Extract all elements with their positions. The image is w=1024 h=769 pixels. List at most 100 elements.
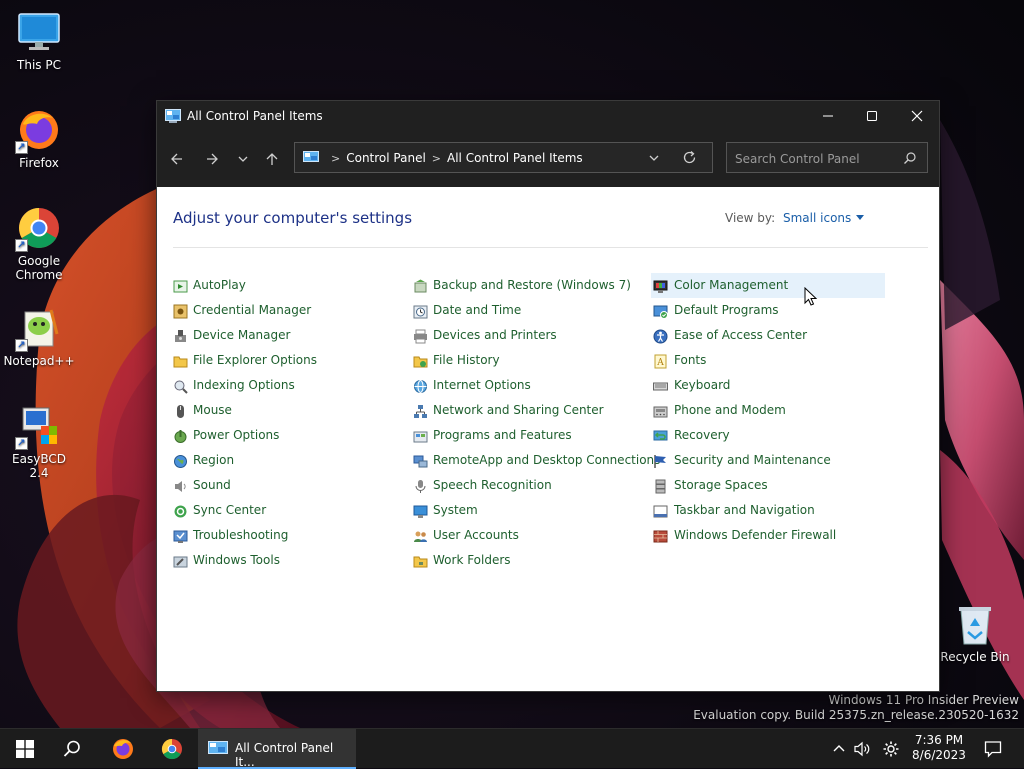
cp-item-color-management[interactable]: Color Management xyxy=(651,273,885,298)
page-heading: Adjust your computer's settings xyxy=(173,209,413,227)
cp-item-sync-center[interactable]: Sync Center xyxy=(173,498,403,523)
chevron-up-icon xyxy=(833,745,845,752)
backup-icon xyxy=(413,278,428,293)
refresh-button[interactable] xyxy=(682,150,697,168)
cp-item-programs-features[interactable]: Programs and Features xyxy=(413,423,643,448)
cp-item-date-time[interactable]: Date and Time xyxy=(413,298,643,323)
cp-item-network-sharing[interactable]: Network and Sharing Center xyxy=(413,398,643,423)
breadcrumb-control-panel[interactable]: Control Panel xyxy=(346,151,426,165)
desktop-icon-firefox[interactable]: ↗ Firefox xyxy=(1,108,77,170)
tools-icon xyxy=(173,553,188,568)
cp-item-indexing-options[interactable]: Indexing Options xyxy=(173,373,403,398)
region-icon xyxy=(173,453,188,468)
back-button[interactable] xyxy=(165,147,189,171)
keyboard-icon xyxy=(653,378,668,393)
cp-item-credential-manager[interactable]: Credential Manager xyxy=(173,298,403,323)
notifications-button[interactable] xyxy=(978,729,1008,769)
desktop-icon-chrome[interactable]: ↗ Google Chrome xyxy=(1,206,77,282)
control-panel-icon xyxy=(165,109,181,123)
taskbar-search-button[interactable] xyxy=(52,729,92,769)
desktop-icon-this-pc[interactable]: This PC xyxy=(1,10,77,72)
show-hidden-icons-button[interactable] xyxy=(828,729,850,769)
title-bar[interactable]: All Control Panel Items xyxy=(157,101,939,131)
close-button[interactable] xyxy=(894,101,940,131)
network-icon xyxy=(413,403,428,418)
chevron-down-icon xyxy=(649,155,659,161)
taskbar-control-panel-window[interactable]: All Control Panel It... xyxy=(198,729,356,769)
shortcut-arrow-icon: ↗ xyxy=(15,141,28,154)
settings-button[interactable] xyxy=(878,729,904,769)
cp-item-security-maintenance[interactable]: Security and Maintenance xyxy=(651,448,885,473)
navigation-bar: > Control Panel > All Control Panel Items xyxy=(157,131,939,187)
items-column-1: AutoPlay Credential Manager Device Manag… xyxy=(173,273,403,573)
up-button[interactable] xyxy=(260,147,284,171)
cp-item-remoteapp[interactable]: RemoteApp and Desktop Connections xyxy=(413,448,660,473)
ease-of-access-icon xyxy=(653,328,668,344)
shortcut-arrow-icon: ↗ xyxy=(15,437,28,450)
cp-item-user-accounts[interactable]: User Accounts xyxy=(413,523,643,548)
desktop-icon-notepadpp[interactable]: ↗ Notepad++ xyxy=(1,306,77,368)
cp-item-sound[interactable]: Sound xyxy=(173,473,403,498)
cp-item-windows-tools[interactable]: Windows Tools xyxy=(173,548,403,573)
address-dropdown-button[interactable] xyxy=(648,152,660,167)
caret-down-icon xyxy=(856,215,865,220)
file-history-icon xyxy=(413,353,428,368)
view-by-dropdown[interactable]: Small icons xyxy=(783,211,865,225)
firefox-icon xyxy=(113,739,133,759)
cp-item-mouse[interactable]: Mouse xyxy=(173,398,403,423)
cp-item-recovery[interactable]: Recovery xyxy=(651,423,885,448)
cp-item-storage-spaces[interactable]: Storage Spaces xyxy=(651,473,885,498)
work-folders-icon xyxy=(413,553,428,568)
recovery-icon xyxy=(653,428,668,443)
fonts-icon: A xyxy=(653,353,668,369)
volume-button[interactable] xyxy=(851,729,875,769)
sync-icon xyxy=(173,503,188,518)
cp-item-phone-modem[interactable]: Phone and Modem xyxy=(651,398,885,423)
cp-item-region[interactable]: Region xyxy=(173,448,403,473)
desktop-icon-easybcd[interactable]: ↗ EasyBCD 2.4 xyxy=(1,404,77,480)
start-button[interactable] xyxy=(6,729,44,769)
cp-item-devices-printers[interactable]: Devices and Printers xyxy=(413,323,643,348)
taskbar-clock[interactable]: 7:36 PM 8/6/2023 xyxy=(908,733,970,763)
cp-item-troubleshooting[interactable]: Troubleshooting xyxy=(173,523,403,548)
breadcrumb-separator-icon: > xyxy=(431,152,442,165)
taskbar: All Control Panel It... 7:36 PM 8/6/2023 xyxy=(0,728,1024,769)
breadcrumb-all-items[interactable]: All Control Panel Items xyxy=(447,151,583,165)
cp-item-backup-restore[interactable]: Backup and Restore (Windows 7) xyxy=(413,273,643,298)
cp-item-speech-recognition[interactable]: Speech Recognition xyxy=(413,473,643,498)
recycle-bin-icon xyxy=(953,602,997,646)
users-icon xyxy=(413,528,428,543)
cp-item-power-options[interactable]: Power Options xyxy=(173,423,403,448)
breadcrumb: > Control Panel > All Control Panel Items xyxy=(325,151,583,165)
recent-locations-button[interactable] xyxy=(231,147,255,171)
maximize-button[interactable] xyxy=(849,101,895,131)
cp-item-system[interactable]: System xyxy=(413,498,643,523)
cp-item-work-folders[interactable]: Work Folders xyxy=(413,548,643,573)
cp-item-file-history[interactable]: File History xyxy=(413,348,643,373)
search-icon[interactable] xyxy=(903,151,917,168)
cp-item-taskbar-navigation[interactable]: Taskbar and Navigation xyxy=(651,498,885,523)
search-box[interactable] xyxy=(726,142,928,174)
taskbar-chrome[interactable] xyxy=(150,729,194,769)
cp-item-internet-options[interactable]: Internet Options xyxy=(413,373,643,398)
control-panel-icon xyxy=(303,151,319,164)
desktop-icon-recycle-bin[interactable]: Recycle Bin xyxy=(937,602,1013,664)
cp-item-keyboard[interactable]: Keyboard xyxy=(651,373,885,398)
minimize-button[interactable] xyxy=(805,101,851,131)
address-bar[interactable]: > Control Panel > All Control Panel Items xyxy=(294,142,713,173)
cp-item-ease-of-access[interactable]: Ease of Access Center xyxy=(651,323,885,348)
cp-item-default-programs[interactable]: Default Programs xyxy=(651,298,885,323)
chrome-icon: ↗ xyxy=(15,206,61,252)
cp-item-file-explorer-options[interactable]: File Explorer Options xyxy=(173,348,403,373)
chrome-icon xyxy=(161,738,182,760)
taskbar-firefox[interactable] xyxy=(102,729,144,769)
search-input[interactable] xyxy=(727,143,907,174)
flag-icon xyxy=(653,453,668,468)
internet-icon xyxy=(413,378,428,393)
cp-item-defender-firewall[interactable]: Windows Defender Firewall xyxy=(651,523,885,548)
cp-item-autoplay[interactable]: AutoPlay xyxy=(173,273,403,298)
cp-item-device-manager[interactable]: Device Manager xyxy=(173,323,403,348)
monitor-icon xyxy=(17,10,61,54)
cp-item-fonts[interactable]: A Fonts xyxy=(651,348,885,373)
forward-button[interactable] xyxy=(200,147,224,171)
